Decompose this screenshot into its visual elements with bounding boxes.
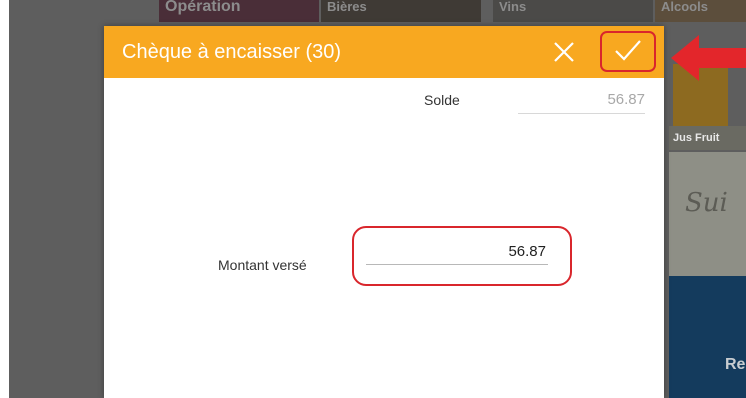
category-vins: Vins [493, 0, 653, 22]
category-label: Alcools [661, 0, 708, 14]
dialog-title: Chèque à encaisser (30) [122, 41, 342, 63]
check-icon [615, 40, 641, 61]
amount-input[interactable] [366, 241, 548, 265]
background-action-button: Re [669, 276, 746, 398]
dialog-header: Chèque à encaisser (30) [104, 26, 664, 78]
category-operation: Opération [159, 0, 319, 22]
close-icon [554, 42, 574, 62]
check-payment-dialog: Chèque à encaisser (30) Solde 56.87 Mont… [104, 26, 664, 398]
cancel-button[interactable] [542, 34, 586, 70]
balance-value: 56.87 [518, 90, 645, 114]
category-label: Bières [327, 0, 367, 14]
red-arrow-annotation [671, 35, 746, 81]
juice-tile-label: Jus Fruit [669, 126, 746, 150]
product-tile-script: Sui [685, 188, 728, 218]
category-alcools: Alcools [655, 0, 746, 22]
product-tile-image: Sui [669, 152, 746, 276]
category-bieres: Bières [321, 0, 481, 22]
category-label: Vins [499, 0, 527, 14]
balance-label: Solde [424, 92, 460, 108]
amount-label: Montant versé [218, 257, 307, 273]
category-label: Opération [165, 0, 241, 15]
confirm-button[interactable] [600, 31, 656, 72]
